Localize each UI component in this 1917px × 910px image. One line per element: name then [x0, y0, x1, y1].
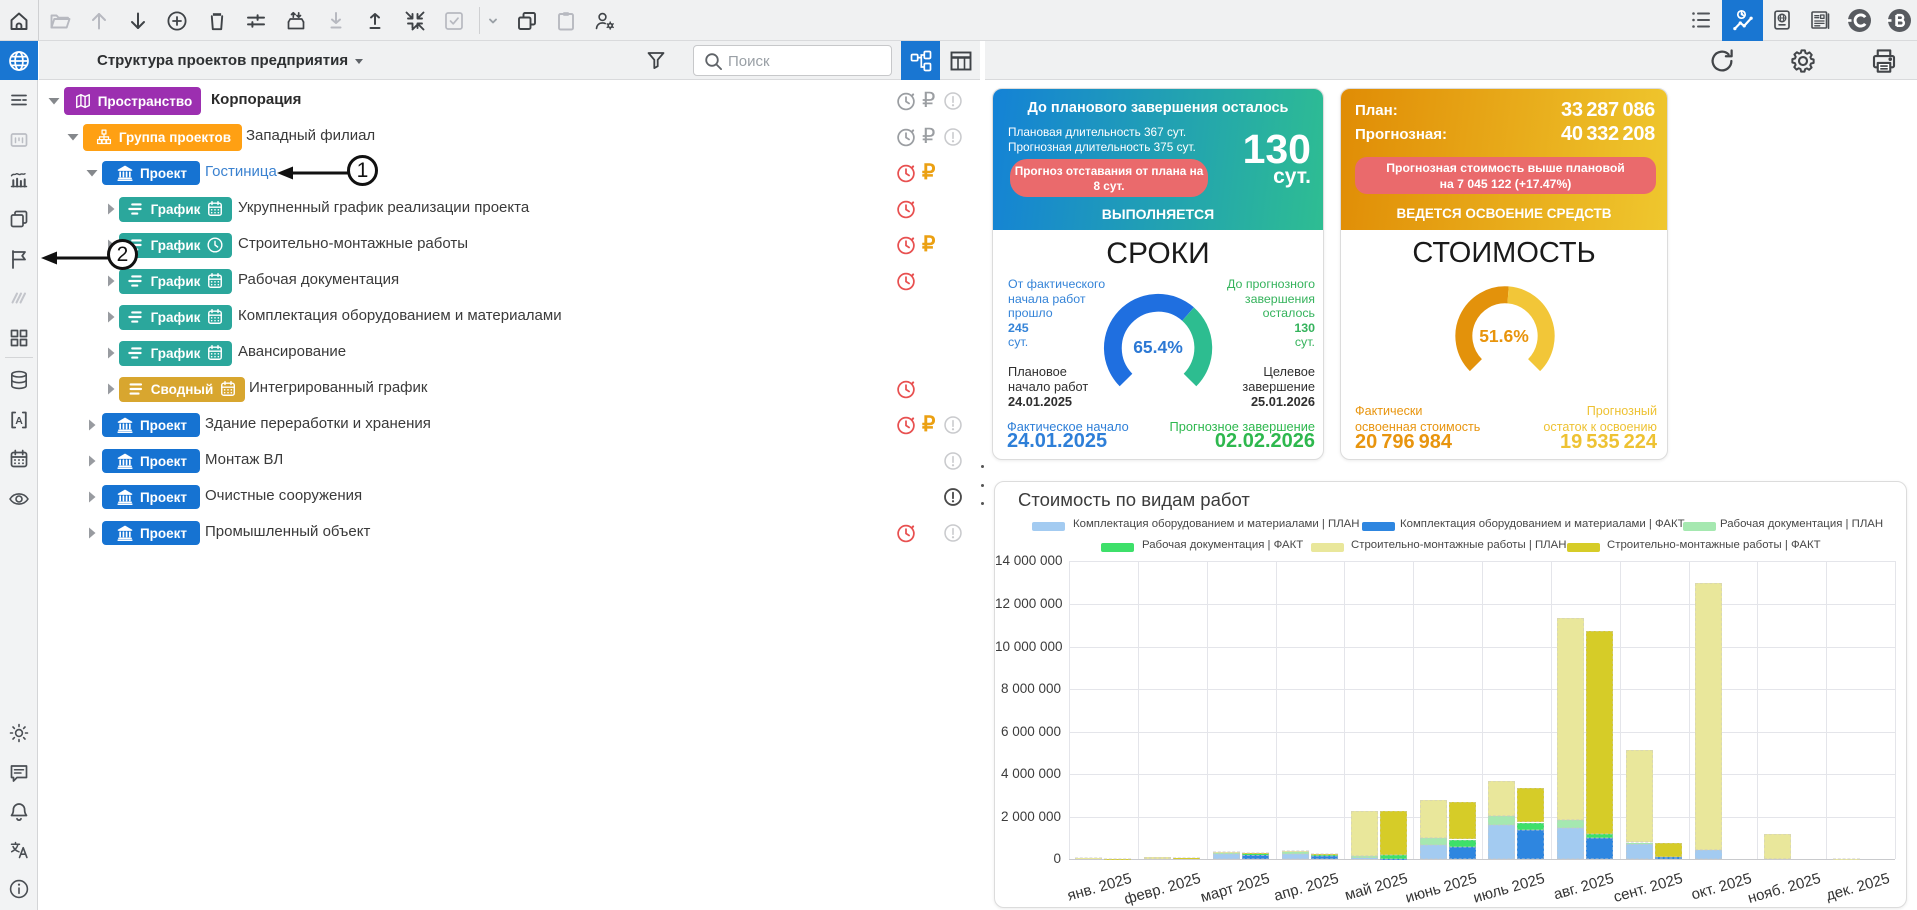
svg-text:A: A — [15, 415, 23, 427]
